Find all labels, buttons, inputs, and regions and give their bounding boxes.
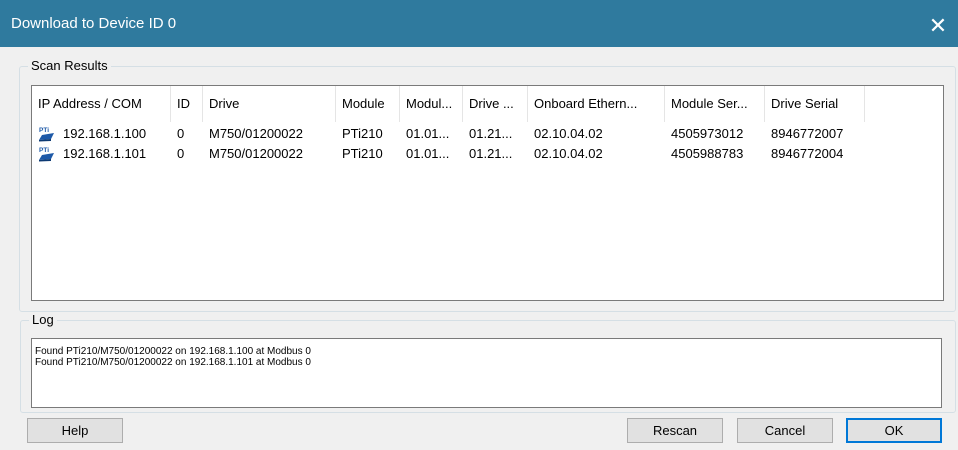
cell-id: 0 — [177, 146, 185, 161]
scan-results-group: Scan Results IP Address / COM ID Drive M… — [19, 58, 956, 312]
column-header-drive-serial[interactable]: Drive Serial — [765, 86, 865, 122]
rescan-button[interactable]: Rescan — [627, 418, 723, 443]
cell-onboard-ethernet: 02.10.04.02 — [534, 126, 603, 141]
column-header-drive[interactable]: Drive — [203, 86, 336, 122]
pti-device-icon: PTi — [38, 146, 56, 162]
cell-ip: 192.168.1.100 — [63, 126, 147, 141]
cell-drive-version: 01.21... — [469, 126, 513, 141]
cell-id: 0 — [177, 126, 185, 141]
column-header-onboard-ethernet[interactable]: Onboard Ethern... — [528, 86, 665, 122]
column-header-module[interactable]: Module — [336, 86, 400, 122]
cancel-button[interactable]: Cancel — [737, 418, 833, 443]
log-line: Found PTi210/M750/01200022 on 192.168.1.… — [35, 357, 311, 368]
title-bar: Download to Device ID 0 ✕ — [0, 0, 958, 47]
table-row[interactable]: PTi 192.168.1.100 0 M750/01200022 PTi210… — [32, 124, 943, 144]
cell-module: PTi210 — [342, 126, 383, 141]
column-header-ip[interactable]: IP Address / COM — [32, 86, 171, 122]
cell-drive-serial: 8946772007 — [771, 126, 844, 141]
column-header-drive-version[interactable]: Drive ... — [463, 86, 528, 122]
window-title: Download to Device ID 0 — [11, 15, 177, 32]
cell-onboard-ethernet: 02.10.04.02 — [534, 146, 603, 161]
cell-drive: M750/01200022 — [209, 146, 303, 161]
column-header-module-serial[interactable]: Module Ser... — [665, 86, 765, 122]
svg-text:PTi: PTi — [39, 147, 49, 154]
log-textbox[interactable]: Found PTi210/M750/01200022 on 192.168.1.… — [31, 338, 942, 408]
log-line: Found PTi210/M750/01200022 on 192.168.1.… — [35, 346, 311, 357]
scan-results-label: Scan Results — [28, 58, 111, 73]
cell-module-version: 01.01... — [406, 126, 450, 141]
cell-drive: M750/01200022 — [209, 126, 303, 141]
cell-drive-version: 01.21... — [469, 146, 513, 161]
cell-module: PTi210 — [342, 146, 383, 161]
cell-module-serial: 4505973012 — [671, 126, 744, 141]
svg-text:PTi: PTi — [39, 127, 49, 134]
column-header-module-version[interactable]: Modul... — [400, 86, 463, 122]
cell-ip: 192.168.1.101 — [63, 146, 147, 161]
cell-module-version: 01.01... — [406, 146, 450, 161]
ok-button[interactable]: OK — [846, 418, 942, 443]
table-row[interactable]: PTi 192.168.1.101 0 M750/01200022 PTi210… — [32, 144, 943, 164]
cell-drive-serial: 8946772004 — [771, 146, 844, 161]
help-button[interactable]: Help — [27, 418, 123, 443]
cell-module-serial: 4505988783 — [671, 146, 744, 161]
pti-device-icon: PTi — [38, 126, 56, 142]
log-group: Log Found PTi210/M750/01200022 on 192.16… — [20, 312, 956, 413]
column-header-id[interactable]: ID — [171, 86, 203, 122]
close-icon[interactable]: ✕ — [918, 6, 958, 46]
dialog-body: Scan Results IP Address / COM ID Drive M… — [0, 47, 958, 450]
log-label: Log — [29, 312, 57, 327]
scan-results-list[interactable]: IP Address / COM ID Drive Module Modul..… — [31, 85, 944, 301]
